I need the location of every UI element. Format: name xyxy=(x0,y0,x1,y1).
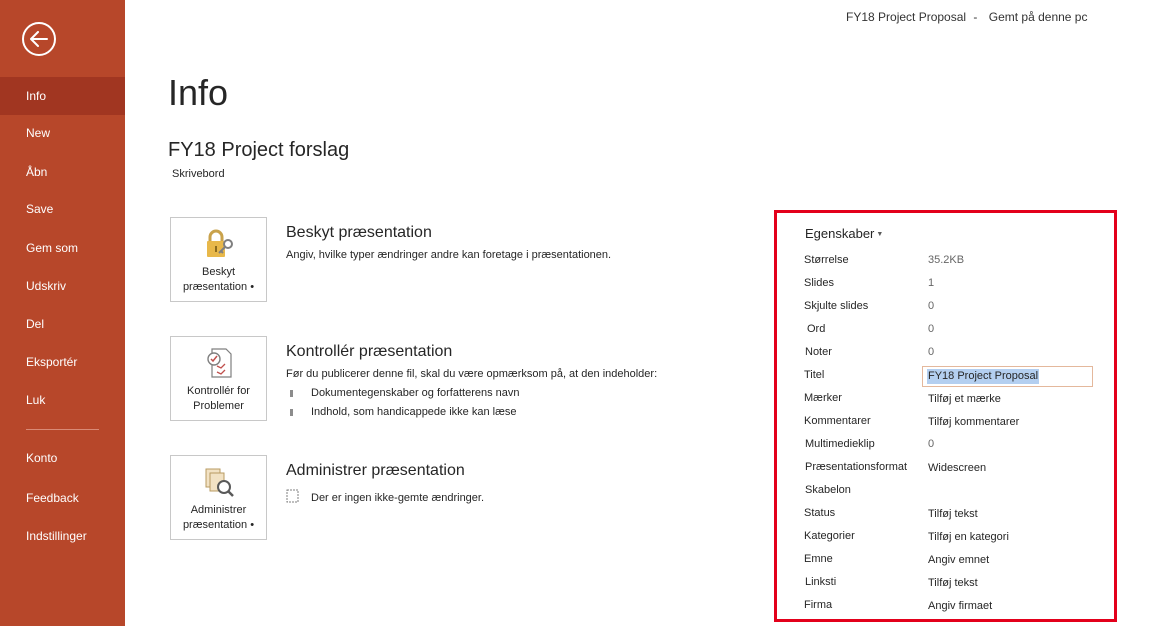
lock-key-icon xyxy=(202,226,236,262)
property-label: Mærker xyxy=(804,392,842,404)
property-label: Ord xyxy=(807,323,826,335)
property-label: Linksti xyxy=(805,576,837,588)
inspect-section-title: Kontrollér præsentation xyxy=(286,343,453,360)
property-value: 0 xyxy=(928,300,935,312)
property-value: 35.2KB xyxy=(928,254,965,266)
protect-presentation-button[interactable]: Beskyt præsentation • xyxy=(170,217,267,302)
property-label: Kategorier xyxy=(804,530,855,542)
property-label: Skabelon xyxy=(805,484,851,496)
back-arrow-icon xyxy=(30,31,48,47)
property-label: Firma xyxy=(804,599,833,611)
property-value: 0 xyxy=(928,346,935,358)
sidebar-item-save[interactable]: Save xyxy=(0,190,125,228)
property-label: Noter xyxy=(805,346,832,358)
file-location: Skrivebord xyxy=(172,168,225,180)
sidebar-item-info[interactable]: Info xyxy=(0,77,125,115)
property-label: Emne xyxy=(804,553,833,565)
sidebar-item-close[interactable]: Luk xyxy=(0,381,125,419)
property-value: Widescreen xyxy=(928,462,987,474)
categories-field[interactable]: Tilføj en kategori xyxy=(928,531,1009,543)
property-label: Kommentarer xyxy=(804,415,871,427)
subject-field[interactable]: Angiv emnet xyxy=(928,554,989,566)
protect-section-description: Angiv, hvilke typer ændringer andre kan … xyxy=(286,249,612,261)
inspect-bullet: Dokumentegenskaber og forfatterens navn xyxy=(290,387,520,399)
document-title: FY18 Project Proposal xyxy=(846,10,967,24)
file-name: FY18 Project forslag xyxy=(168,139,350,161)
property-label: Skjulte slides xyxy=(804,300,869,312)
unsaved-changes-note: Der er ingen ikke-gemte ændringer. xyxy=(286,489,484,506)
property-label: Titel xyxy=(804,369,825,381)
checklist-icon xyxy=(202,345,236,381)
check-for-issues-label: Kontrollér for Problemer xyxy=(187,385,250,412)
sidebar-item-options[interactable]: Indstillinger xyxy=(0,517,125,555)
property-value: 0 xyxy=(928,323,935,335)
sidebar-item-export[interactable]: Eksportér xyxy=(0,343,125,381)
page-title: Info xyxy=(168,72,229,113)
manage-section-title: Administrer præsentation xyxy=(286,462,465,479)
save-status: Gemt på denne pc xyxy=(988,10,1088,24)
chevron-down-icon: ▼ xyxy=(876,231,884,238)
sidebar-item-save-as[interactable]: Gem som xyxy=(0,229,125,267)
inspect-bullet: Indhold, som handicappede ikke kan læse xyxy=(290,406,516,418)
sidebar-divider xyxy=(26,429,99,430)
property-label: Status xyxy=(804,507,836,519)
protect-presentation-label: Beskyt præsentation • xyxy=(182,266,255,293)
property-value: 1 xyxy=(928,277,935,289)
protect-section-title: Beskyt præsentation xyxy=(286,224,432,241)
comments-field[interactable]: Tilføj kommentarer xyxy=(928,416,1019,428)
manage-presentation-label: Administrer præsentation • xyxy=(182,504,255,531)
title-separator: - xyxy=(973,10,978,24)
back-button[interactable] xyxy=(22,22,56,56)
sidebar-item-account[interactable]: Konto xyxy=(0,439,125,477)
sidebar-item-print[interactable]: Udskriv xyxy=(0,267,125,305)
property-label: Præsentationsformat xyxy=(805,461,908,473)
unsaved-changes-text: Der er ingen ikke-gemte ændringer. xyxy=(311,491,485,504)
document-title-bar: FY18 Project Proposal - Gemt på denne pc xyxy=(846,10,1087,24)
manage-versions-icon xyxy=(202,464,236,500)
properties-header: Egenskaber xyxy=(805,226,875,241)
property-label: Multimedieklip xyxy=(805,438,875,450)
property-label: Størrelse xyxy=(804,254,849,266)
sidebar-item-open[interactable]: Åbn xyxy=(0,153,125,191)
property-value: 0 xyxy=(928,438,935,450)
tags-field[interactable]: Tilføj et mærke xyxy=(928,393,1001,405)
company-field[interactable]: Angiv firmaet xyxy=(928,600,992,612)
sidebar-item-new[interactable]: New xyxy=(0,114,125,152)
property-label: Slides xyxy=(804,277,834,289)
manage-presentation-button[interactable]: Administrer præsentation • xyxy=(170,455,267,540)
backstage-sidebar: Info New Åbn Save Gem som Udskriv Del Ek… xyxy=(0,0,125,626)
sidebar-item-feedback[interactable]: Feedback xyxy=(0,479,125,517)
sidebar-item-share[interactable]: Del xyxy=(0,305,125,343)
inspect-section-description: Før du publicerer denne fil, skal du vær… xyxy=(286,368,658,380)
properties-dropdown[interactable]: Egenskaber ▼ xyxy=(805,226,883,241)
check-for-issues-button[interactable]: Kontrollér for Problemer xyxy=(170,336,267,421)
title-input[interactable] xyxy=(922,366,1093,387)
document-icon xyxy=(286,489,299,506)
status-field[interactable]: Tilføj tekst xyxy=(928,508,978,520)
hyperlink-base-field[interactable]: Tilføj tekst xyxy=(928,577,978,589)
